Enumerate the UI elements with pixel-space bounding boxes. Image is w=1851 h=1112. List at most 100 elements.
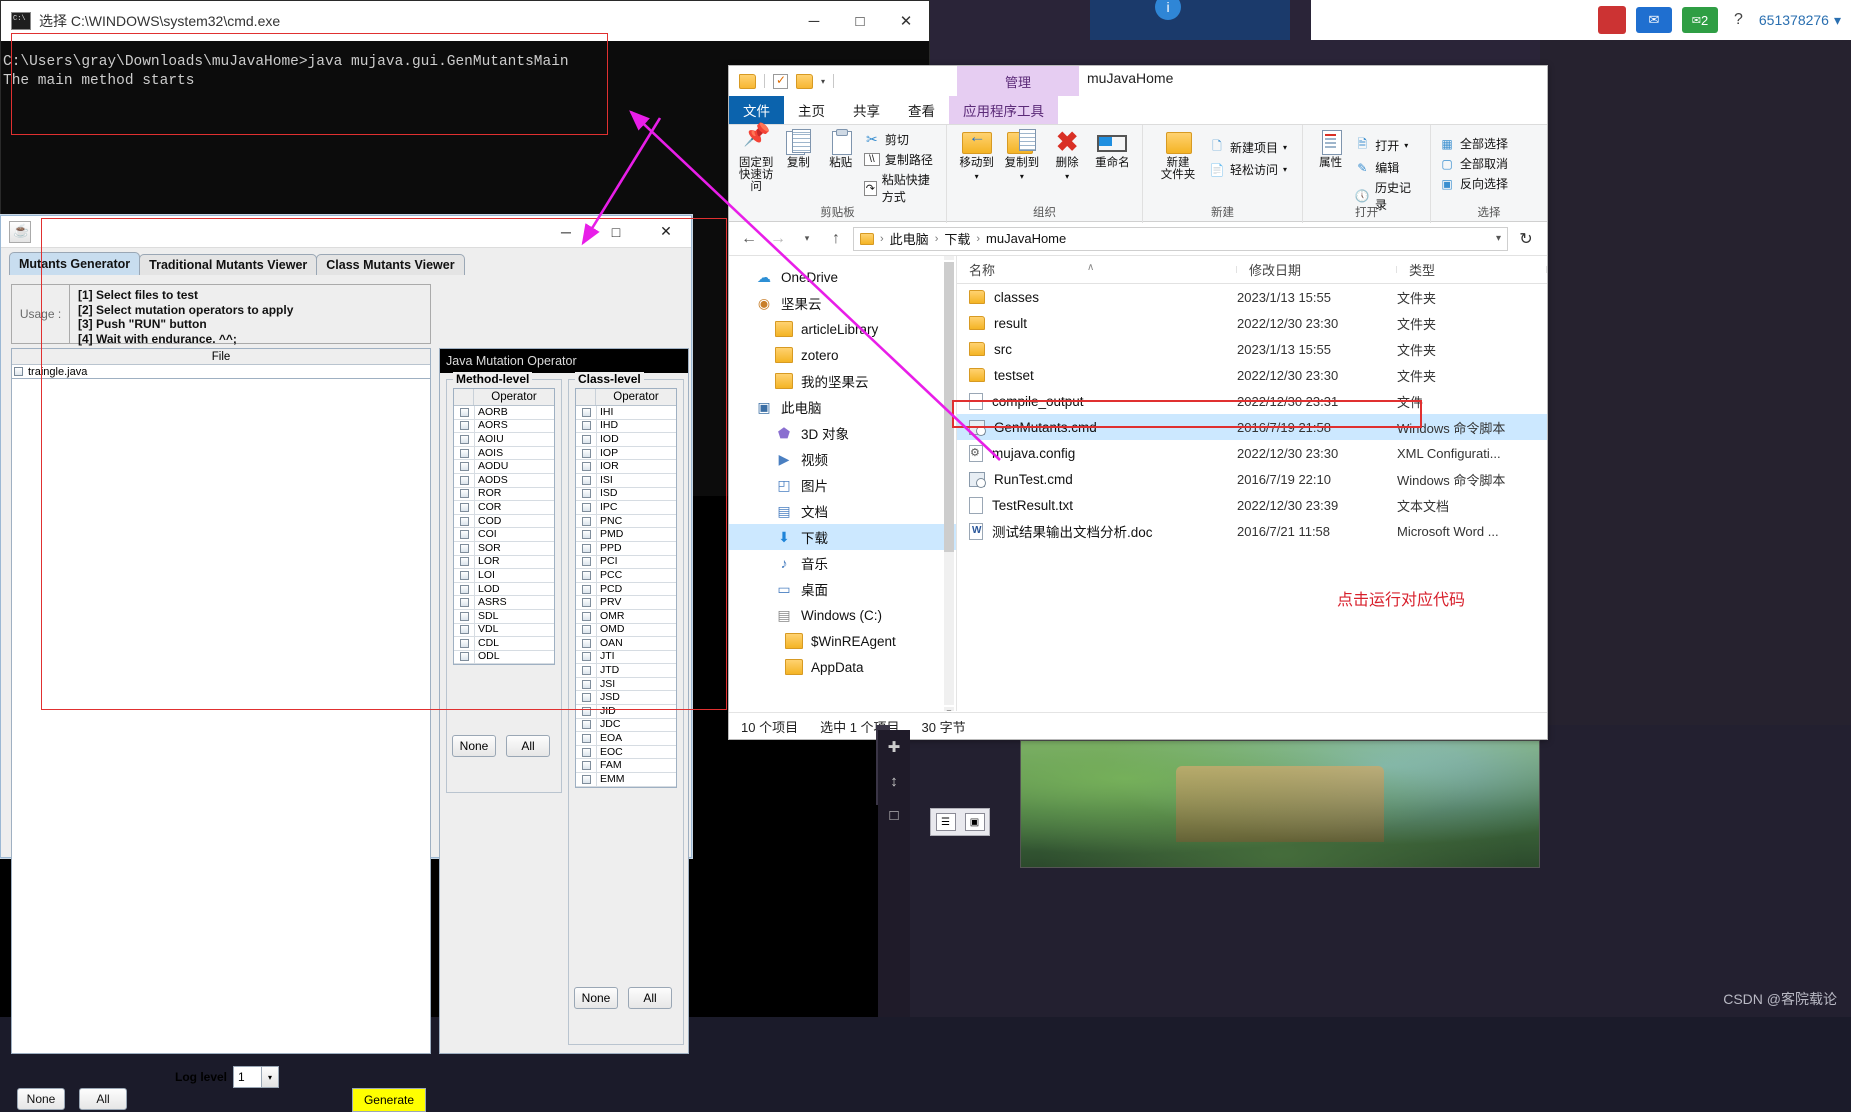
operator-checkbox-cell[interactable] xyxy=(576,530,596,540)
operator-row[interactable]: SDL xyxy=(454,609,554,624)
operator-checkbox[interactable] xyxy=(581,489,591,499)
file-row[interactable]: result 2022/12/30 23:30 文件夹 xyxy=(957,310,1547,336)
operator-row[interactable]: IHD xyxy=(576,419,676,434)
operator-checkbox-cell[interactable] xyxy=(576,706,596,716)
operator-checkbox-cell[interactable] xyxy=(576,693,596,703)
operator-checkbox-cell[interactable] xyxy=(454,611,474,621)
new-item-button[interactable]: 🗋 新建项目 ▾ xyxy=(1209,137,1287,158)
paste-button[interactable]: 粘贴 xyxy=(822,129,860,169)
forward-button[interactable]: → xyxy=(766,227,790,251)
operator-row[interactable]: AODS xyxy=(454,473,554,488)
file-checkbox[interactable] xyxy=(14,367,23,376)
operator-row[interactable]: PRV xyxy=(576,596,676,610)
maximize-button[interactable]: □ xyxy=(837,1,883,41)
invert-selection-button[interactable]: ▣ 反向选择 xyxy=(1439,175,1508,192)
breadcrumb-this-pc[interactable]: 此电脑 xyxy=(890,229,929,248)
operator-checkbox[interactable] xyxy=(581,475,591,485)
operator-checkbox[interactable] xyxy=(459,543,469,553)
operator-row[interactable]: ODL xyxy=(454,650,554,665)
operator-checkbox[interactable] xyxy=(459,475,469,485)
operator-checkbox-cell[interactable] xyxy=(454,638,474,648)
operator-checkbox-cell[interactable] xyxy=(576,407,596,417)
operator-row[interactable]: OAN xyxy=(576,636,676,651)
operator-row[interactable]: JSD xyxy=(576,691,676,706)
pin-to-quick-access-button[interactable]: 固定到 快速访问 xyxy=(737,129,775,193)
operator-checkbox-cell[interactable] xyxy=(454,543,474,553)
file-list-header[interactable]: 名称 ∧ 修改日期 类型 xyxy=(957,256,1547,284)
operator-checkbox-cell[interactable] xyxy=(454,516,474,526)
operator-checkbox[interactable] xyxy=(581,434,591,444)
operator-checkbox[interactable] xyxy=(581,448,591,458)
move-to-button[interactable]: 移动到 ▾ xyxy=(955,129,998,183)
close-button[interactable]: ✕ xyxy=(883,1,929,41)
operator-checkbox-cell[interactable] xyxy=(576,489,596,499)
operator-checkbox-cell[interactable] xyxy=(576,543,596,553)
operator-checkbox-cell[interactable] xyxy=(454,489,474,499)
select-none-button[interactable]: ▢ 全部取消 xyxy=(1439,155,1508,172)
operator-row[interactable]: CDL xyxy=(454,636,554,651)
file-list-area[interactable] xyxy=(11,378,431,1054)
operator-checkbox[interactable] xyxy=(581,598,591,608)
operator-checkbox-cell[interactable] xyxy=(576,598,596,608)
operator-checkbox-cell[interactable] xyxy=(576,584,596,594)
operator-row[interactable]: VDL xyxy=(454,623,554,638)
operator-row[interactable]: PCD xyxy=(576,582,676,597)
operator-checkbox[interactable] xyxy=(581,543,591,553)
mail-badge[interactable]: ✉ 2 xyxy=(1681,7,1718,33)
operator-row[interactable]: PNC xyxy=(576,514,676,529)
scroll-up-icon[interactable]: ▲ xyxy=(944,256,954,260)
operator-checkbox[interactable] xyxy=(581,693,591,703)
copy-button[interactable]: 复制 xyxy=(779,129,817,169)
cut-button[interactable]: ✂ 剪切 xyxy=(864,131,938,148)
class-operator-table[interactable]: Operator IHI IHD IOD IOP IOR ISI ISD IPC PNC PMD P… xyxy=(575,388,677,788)
file-row[interactable]: TestResult.txt 2022/12/30 23:39 文本文档 xyxy=(957,492,1547,518)
operator-checkbox[interactable] xyxy=(581,774,591,784)
operator-checkbox-cell[interactable] xyxy=(576,734,596,744)
column-header-type[interactable]: 类型 xyxy=(1397,260,1547,279)
operator-checkbox[interactable] xyxy=(459,434,469,444)
operator-row[interactable]: COR xyxy=(454,500,554,515)
properties-button[interactable]: 属性 xyxy=(1311,129,1350,169)
operator-checkbox[interactable] xyxy=(459,489,469,499)
method-all-button[interactable]: All xyxy=(506,735,550,757)
operator-checkbox-cell[interactable] xyxy=(576,652,596,662)
operator-checkbox[interactable] xyxy=(581,761,591,771)
nav-item-AppData[interactable]: AppData xyxy=(729,654,956,680)
operator-row[interactable]: OMR xyxy=(576,609,676,624)
operator-row[interactable]: IOD xyxy=(576,432,676,447)
operator-checkbox[interactable] xyxy=(581,557,591,567)
resize-tool-icon[interactable]: ↕ xyxy=(878,764,910,798)
operator-row[interactable]: AORS xyxy=(454,419,554,434)
scroll-down-icon[interactable]: ▼ xyxy=(944,707,954,711)
nav-item-桌面[interactable]: ▭ 桌面 xyxy=(729,576,956,602)
operator-checkbox[interactable] xyxy=(581,584,591,594)
file-list-pane[interactable]: 名称 ∧ 修改日期 类型 classes 2023/1/13 15:55 文件夹 re… xyxy=(952,256,1547,711)
operator-checkbox[interactable] xyxy=(459,625,469,635)
java-titlebar[interactable]: ─ □ ✕ xyxy=(1,216,691,248)
chevron-down-icon[interactable]: ▾ xyxy=(261,1067,279,1087)
log-level-select[interactable]: 1 ▾ xyxy=(233,1066,280,1088)
log-level-control[interactable]: Log level 1 ▾ xyxy=(175,1066,280,1088)
operator-row[interactable]: PPD xyxy=(576,541,676,556)
operator-checkbox-cell[interactable] xyxy=(576,434,596,444)
operator-row[interactable]: AOIU xyxy=(454,432,554,447)
paste-shortcut-button[interactable]: ↷ 粘贴快捷方式 xyxy=(863,171,938,205)
nav-item-坚果云[interactable]: ◉ 坚果云 xyxy=(729,290,956,316)
breadcrumb-mujavahome[interactable]: muJavaHome xyxy=(986,231,1066,246)
mini-toolbar[interactable]: ☰ ▣ xyxy=(930,808,990,836)
operator-checkbox-cell[interactable] xyxy=(454,448,474,458)
operator-checkbox[interactable] xyxy=(459,530,469,540)
operator-checkbox-cell[interactable] xyxy=(576,516,596,526)
operator-checkbox[interactable] xyxy=(581,706,591,716)
chevron-down-icon[interactable]: ▾ xyxy=(1020,171,1024,183)
breadcrumb[interactable]: › 此电脑 › 下载 › muJavaHome ▾ xyxy=(853,226,1508,251)
file-row[interactable]: traingle.java xyxy=(12,365,430,378)
operator-row[interactable]: OMD xyxy=(576,623,676,638)
operator-checkbox[interactable] xyxy=(459,570,469,580)
operator-checkbox[interactable] xyxy=(581,734,591,744)
operator-checkbox-cell[interactable] xyxy=(454,434,474,444)
operator-checkbox[interactable] xyxy=(459,638,469,648)
java-tabbar[interactable]: Mutants Generator Traditional Mutants Vi… xyxy=(1,251,691,275)
file-select-none-button[interactable]: None xyxy=(17,1088,65,1110)
tab-home[interactable]: 主页 xyxy=(784,96,839,124)
